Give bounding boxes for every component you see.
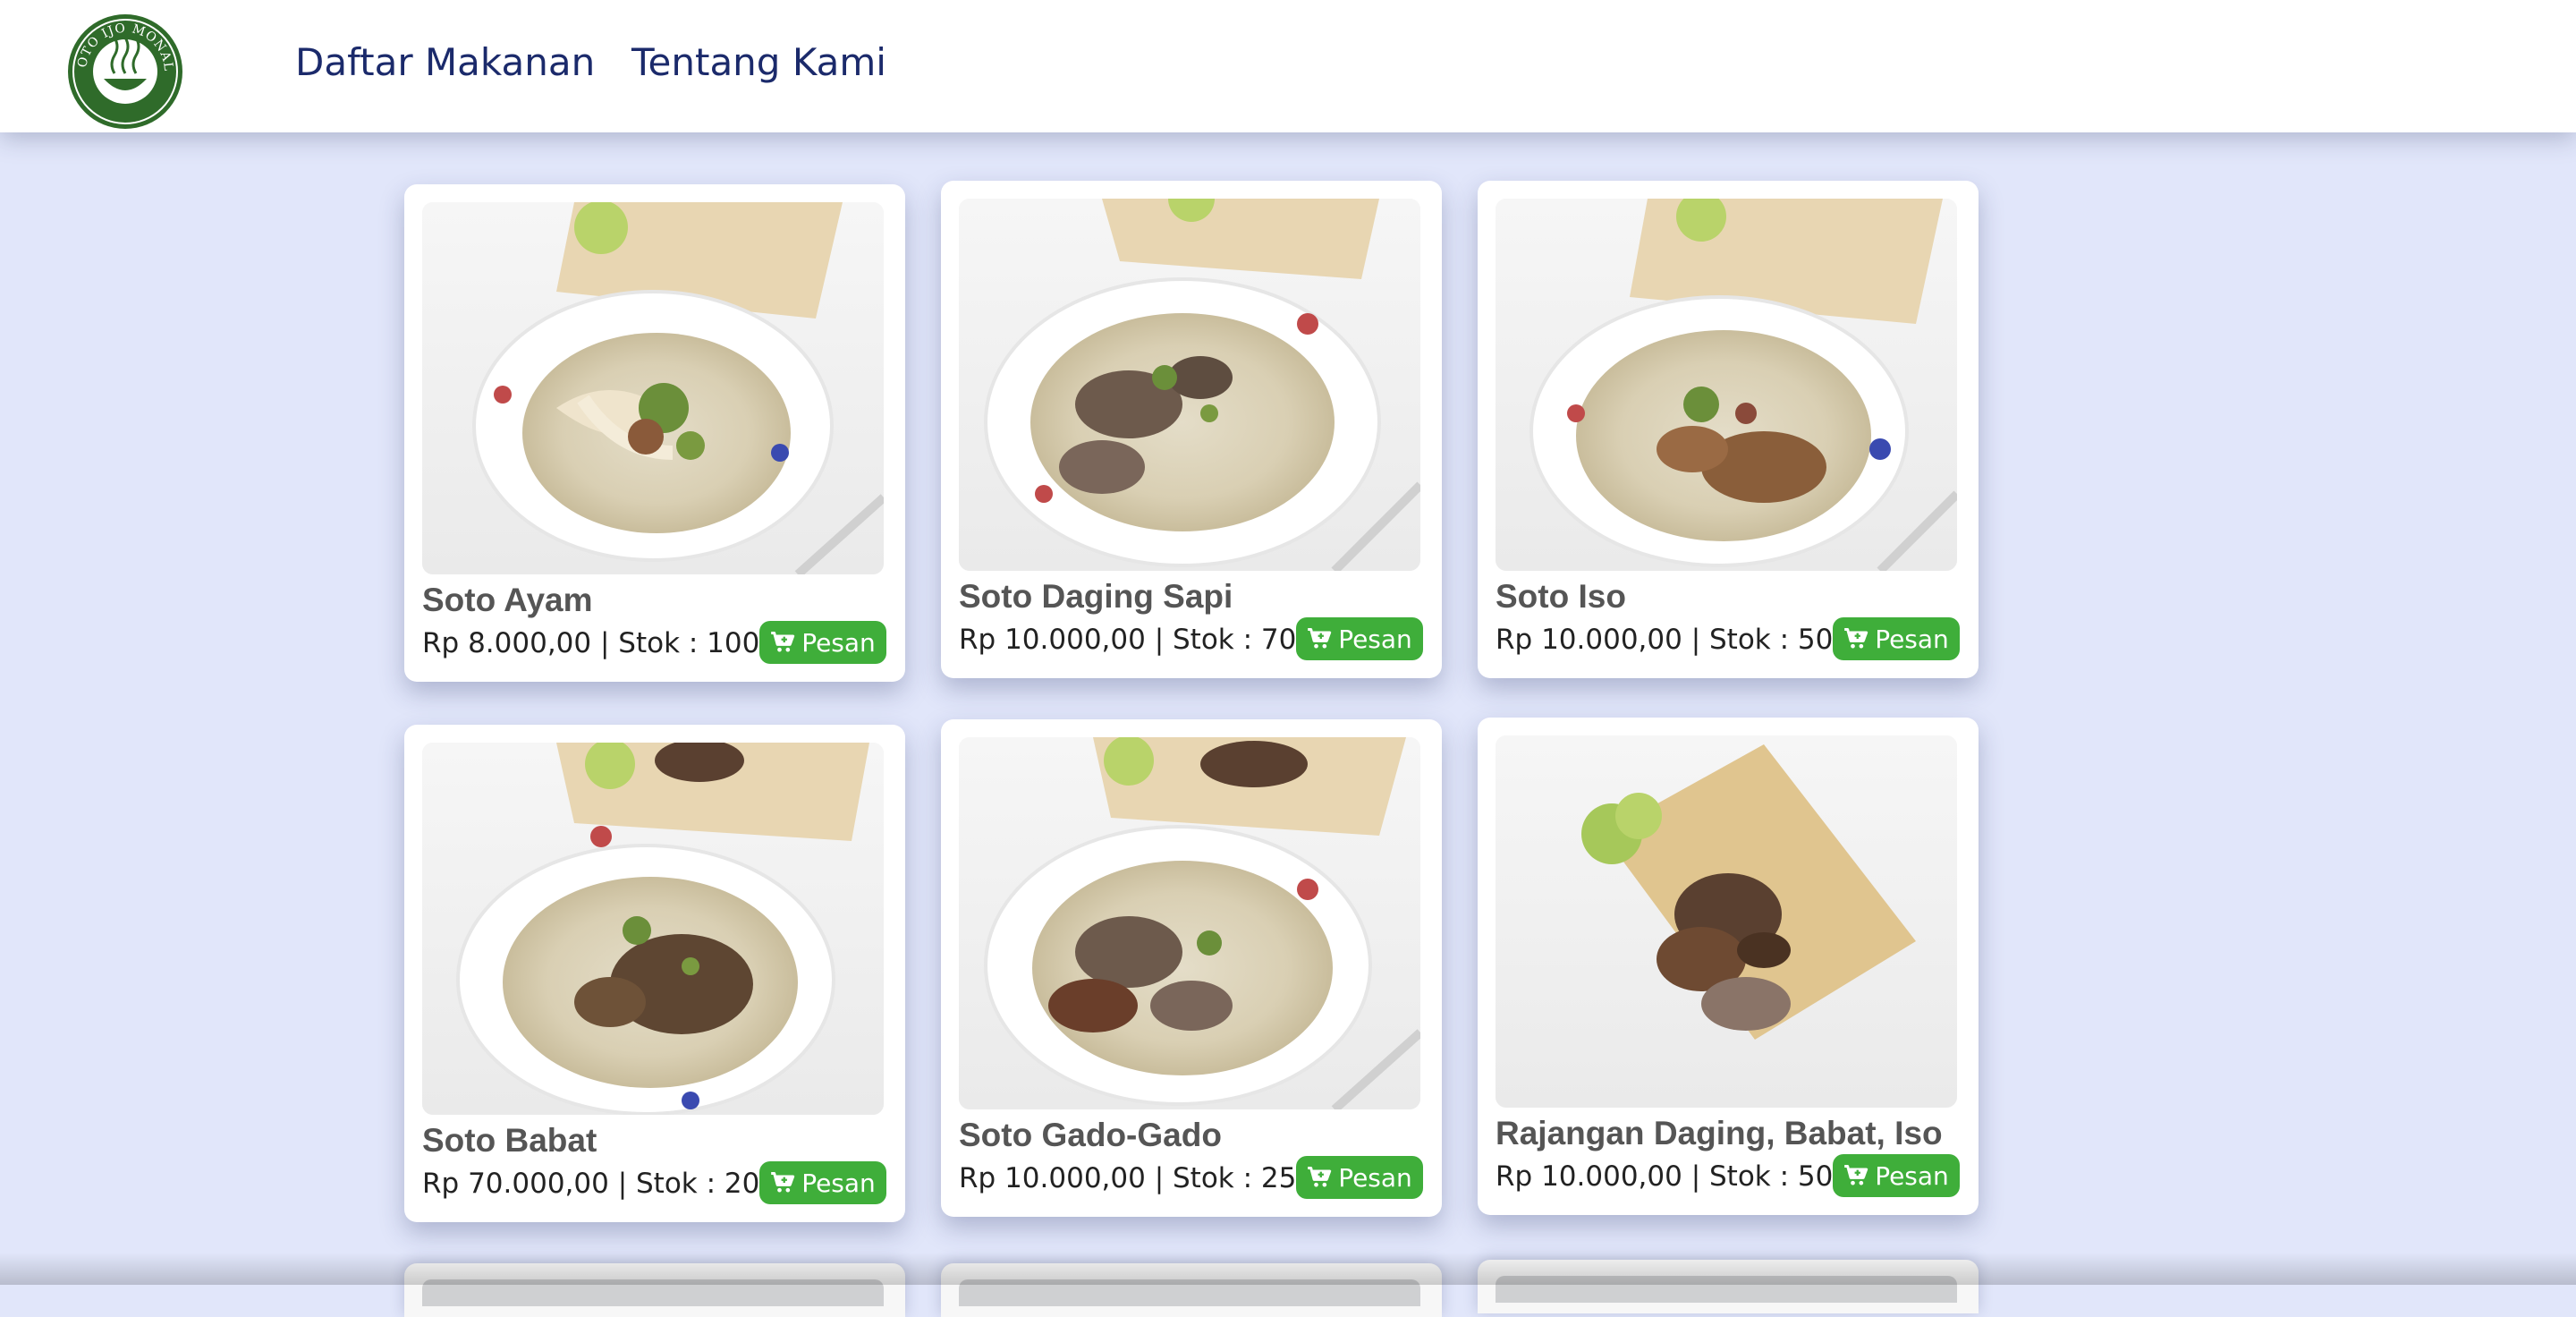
pesan-button-label: Pesan (1875, 1160, 1949, 1191)
menu-item-name: Rajangan Daging, Babat, Iso (1496, 1115, 1943, 1151)
menu-item-price-stock: Rp 8.000,00 | Stok : 100 (422, 627, 760, 659)
soto-daging-sapi-photo (959, 199, 1420, 571)
soto-ayam-photo (422, 202, 884, 574)
pesan-button[interactable]: Pesan (1296, 1156, 1423, 1199)
pesan-button[interactable]: Pesan (1833, 617, 1960, 660)
pesan-button-label: Pesan (1338, 1162, 1412, 1193)
pesan-button-label: Pesan (801, 1168, 876, 1198)
pesan-button[interactable]: Pesan (759, 1161, 886, 1204)
menu-card: Rajangan Daging, Babat, Iso Rp 10.000,00… (1478, 718, 1979, 1215)
menu-item-name: Soto Gado-Gado (959, 1117, 1222, 1153)
pesan-button-label: Pesan (801, 627, 876, 658)
soto-gado-gado-photo (959, 737, 1420, 1109)
menu-item-price-stock: Rp 10.000,00 | Stok : 25 (959, 1162, 1297, 1194)
pesan-button[interactable]: Pesan (1833, 1154, 1960, 1197)
menu-item-name: Soto Iso (1496, 578, 1626, 615)
navbar: SOTO IJO MONALI Daftar Makanan Tentang K… (0, 0, 2576, 132)
cart-plus-icon (1844, 1164, 1868, 1185)
menu-item-name: Soto Daging Sapi (959, 578, 1233, 615)
nav-link-daftar-makanan[interactable]: Daftar Makanan (295, 38, 595, 88)
cart-plus-icon (771, 631, 795, 652)
menu-item-price-stock: Rp 10.000,00 | Stok : 70 (959, 624, 1297, 656)
rajangan-photo (1496, 735, 1957, 1108)
soto-iso-photo (1496, 199, 1957, 571)
menu-item-price-stock: Rp 10.000,00 | Stok : 50 (1496, 1160, 1834, 1193)
menu-card: Soto Daging Sapi Rp 10.000,00 | Stok : 7… (941, 181, 1442, 678)
pesan-button[interactable]: Pesan (1296, 617, 1423, 660)
cart-plus-icon (771, 1171, 795, 1193)
menu-card: Soto Iso Rp 10.000,00 | Stok : 50 Pesan (1478, 181, 1979, 678)
soto-babat-photo (422, 743, 884, 1115)
menu-card: Soto Babat Rp 70.000,00 | Stok : 20 Pesa… (404, 725, 905, 1222)
cart-plus-icon (1844, 627, 1868, 649)
menu-card: Soto Ayam Rp 8.000,00 | Stok : 100 Pesan (404, 184, 905, 682)
cart-plus-icon (1308, 627, 1332, 649)
soto-logo[interactable]: SOTO IJO MONALI (66, 13, 184, 131)
cart-plus-icon (1308, 1166, 1332, 1187)
menu-item-name: Soto Ayam (422, 582, 593, 618)
nav-link-tentang-kami[interactable]: Tentang Kami (631, 38, 886, 88)
menu-item-name: Soto Babat (422, 1122, 597, 1159)
menu-card: Soto Gado-Gado Rp 10.000,00 | Stok : 25 … (941, 719, 1442, 1217)
pesan-button-label: Pesan (1875, 624, 1949, 654)
pesan-button[interactable]: Pesan (759, 621, 886, 664)
menu-item-price-stock: Rp 10.000,00 | Stok : 50 (1496, 624, 1834, 656)
bottom-shadow (0, 1253, 2576, 1285)
menu-item-price-stock: Rp 70.000,00 | Stok : 20 (422, 1168, 760, 1200)
pesan-button-label: Pesan (1338, 624, 1412, 654)
